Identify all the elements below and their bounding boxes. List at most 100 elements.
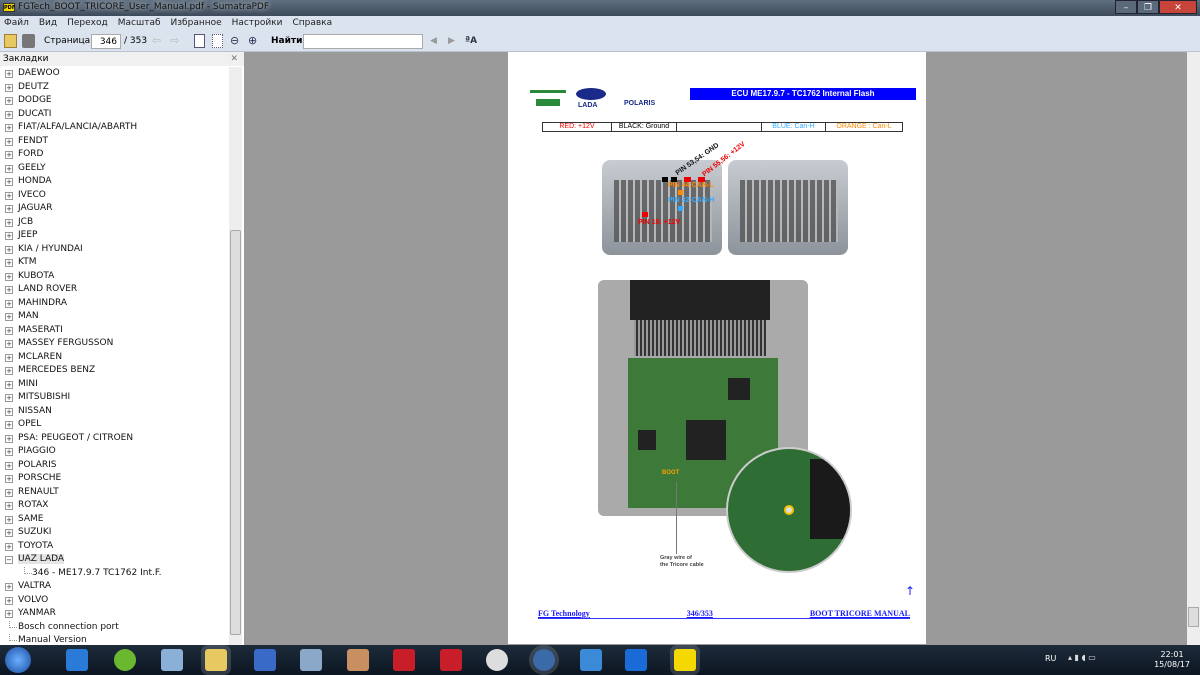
bookmark-item[interactable]: + MERCEDES BENZ [0, 364, 229, 378]
sidebar-scrollbar[interactable] [229, 67, 242, 645]
bookmark-item[interactable]: + TOYOTA [0, 540, 229, 554]
sumatrapdf-taskbar-icon[interactable] [670, 645, 700, 675]
expand-icon[interactable]: + [5, 97, 13, 105]
bookmark-item[interactable]: − UAZ LADA [0, 553, 229, 567]
expand-icon[interactable]: + [5, 83, 13, 92]
menu-item-3[interactable]: Масштаб [118, 16, 161, 31]
menu-item-0[interactable]: Файл [4, 16, 29, 31]
expand-icon[interactable]: + [5, 218, 13, 227]
computer-icon[interactable] [300, 649, 322, 671]
expand-icon[interactable]: + [5, 421, 13, 429]
tray-icons[interactable]: ▴ ▮ ◖ ▭ [1068, 653, 1096, 662]
expand-icon[interactable]: + [5, 380, 13, 389]
open-icon[interactable] [4, 34, 17, 48]
zoom-in-icon[interactable]: ⊕ [248, 34, 261, 48]
expand-icon[interactable]: + [5, 502, 13, 510]
file-explorer-icon[interactable] [201, 645, 231, 675]
menu-item-5[interactable]: Настройки [232, 16, 283, 31]
prev-page-icon[interactable]: ⇦ [152, 34, 165, 48]
expand-icon[interactable]: + [5, 205, 13, 213]
page-input[interactable] [91, 34, 121, 49]
expand-icon[interactable]: + [5, 340, 13, 348]
bookmark-item[interactable]: + KTM [0, 256, 229, 270]
expand-icon[interactable]: + [5, 178, 13, 186]
bookmark-item[interactable]: + MITSUBISHI [0, 391, 229, 405]
collapse-icon[interactable]: − [5, 556, 13, 564]
fit-page-icon[interactable] [194, 34, 205, 48]
match-case-icon[interactable]: ªA [465, 34, 477, 48]
find-prev-icon[interactable]: ◀ [430, 34, 437, 48]
calculator-icon[interactable] [161, 649, 183, 671]
maxthon-icon[interactable] [625, 649, 647, 671]
bookmark-item[interactable]: + GEELY [0, 162, 229, 176]
expand-icon[interactable]: + [5, 475, 13, 483]
language-indicator[interactable]: RU [1045, 654, 1056, 663]
bookmark-item[interactable]: + LAND ROVER [0, 283, 229, 297]
expand-icon[interactable]: + [5, 259, 13, 267]
expand-icon[interactable]: + [5, 70, 13, 78]
bookmark-item[interactable]: + PORSCHE [0, 472, 229, 486]
expand-icon[interactable]: + [5, 164, 13, 173]
expand-icon[interactable]: + [5, 394, 13, 402]
bookmark-item[interactable]: + DUCATI [0, 108, 229, 122]
bookmark-item[interactable]: + KUBOTA [0, 270, 229, 284]
bookmark-item[interactable]: + NISSAN [0, 405, 229, 419]
bookmark-item[interactable]: + FIAT/ALFA/LANCIA/ABARTH [0, 121, 229, 135]
bookmark-item[interactable]: + ROTAX [0, 499, 229, 513]
bookmark-item[interactable]: + IVECO [0, 189, 229, 203]
thunderbird-icon[interactable] [529, 645, 559, 675]
bookmark-item[interactable]: + MINI [0, 378, 229, 392]
snipping-tool-icon[interactable] [254, 649, 276, 671]
expand-icon[interactable]: + [5, 407, 13, 416]
bookmark-item[interactable]: + POLARIS [0, 459, 229, 473]
expand-icon[interactable]: + [5, 272, 13, 281]
fit-width-icon[interactable] [212, 34, 223, 48]
download-icon[interactable] [347, 649, 369, 671]
bookmark-item[interactable]: + KIA / HYUNDAI [0, 243, 229, 257]
utorrent-icon[interactable] [114, 649, 136, 671]
expand-icon[interactable]: + [5, 583, 13, 591]
bookmark-item[interactable]: + MASSEY FERGUSSON [0, 337, 229, 351]
bookmark-item[interactable]: + VALTRA [0, 580, 229, 594]
maximize-button[interactable]: ❐ [1137, 0, 1159, 14]
footer-center[interactable]: 346/353 [687, 609, 713, 618]
expand-icon[interactable]: + [5, 313, 13, 321]
bookmark-item[interactable]: + JAGUAR [0, 202, 229, 216]
bookmark-item[interactable]: + FORD [0, 148, 229, 162]
education-app-icon[interactable] [440, 649, 462, 671]
bookmark-item[interactable]: + DEUTZ [0, 81, 229, 95]
expand-icon[interactable]: + [5, 461, 13, 470]
close-sidebar-icon[interactable]: ✕ [230, 52, 238, 66]
print-icon[interactable] [22, 34, 35, 48]
document-scrollbar[interactable] [1187, 52, 1200, 645]
bookmark-item[interactable]: + PSA: PEUGEOT / CITROEN [0, 432, 229, 446]
next-page-icon[interactable]: ⇨ [170, 34, 183, 48]
expand-icon[interactable]: + [5, 434, 13, 443]
expand-icon[interactable]: + [5, 326, 13, 335]
expand-icon[interactable]: + [5, 529, 13, 537]
minimize-button[interactable]: – [1115, 0, 1137, 14]
find-next-icon[interactable]: ▶ [448, 34, 455, 48]
expand-icon[interactable]: + [5, 191, 13, 200]
bookmark-item[interactable]: + RENAULT [0, 486, 229, 500]
sd-app-icon[interactable] [486, 649, 508, 671]
expand-icon[interactable]: + [5, 448, 13, 456]
bookmark-item[interactable]: + DODGE [0, 94, 229, 108]
zoom-out-icon[interactable]: ⊖ [230, 34, 243, 48]
expand-icon[interactable]: + [5, 245, 13, 254]
back-to-top-link[interactable]: ↑ [905, 584, 915, 598]
bookmark-item[interactable]: + DAEWOO [0, 67, 229, 81]
menu-item-1[interactable]: Вид [39, 16, 57, 31]
expand-icon[interactable]: + [5, 299, 13, 308]
bookmark-item[interactable]: + MCLAREN [0, 351, 229, 365]
expand-icon[interactable]: + [5, 488, 13, 497]
bookmark-item[interactable]: + SUZUKI [0, 526, 229, 540]
bookmark-item[interactable]: + YANMAR [0, 607, 229, 621]
bookmark-item[interactable]: 346 - ME17.9.7 TC1762 Int.F. [0, 566, 229, 581]
bookmark-item[interactable]: + MASERATI [0, 324, 229, 338]
expand-icon[interactable]: + [5, 124, 13, 132]
bookmark-item[interactable]: + SAME [0, 513, 229, 527]
menu-item-2[interactable]: Переход [67, 16, 108, 31]
expand-icon[interactable]: + [5, 610, 13, 618]
bookmark-item[interactable]: + HONDA [0, 175, 229, 189]
